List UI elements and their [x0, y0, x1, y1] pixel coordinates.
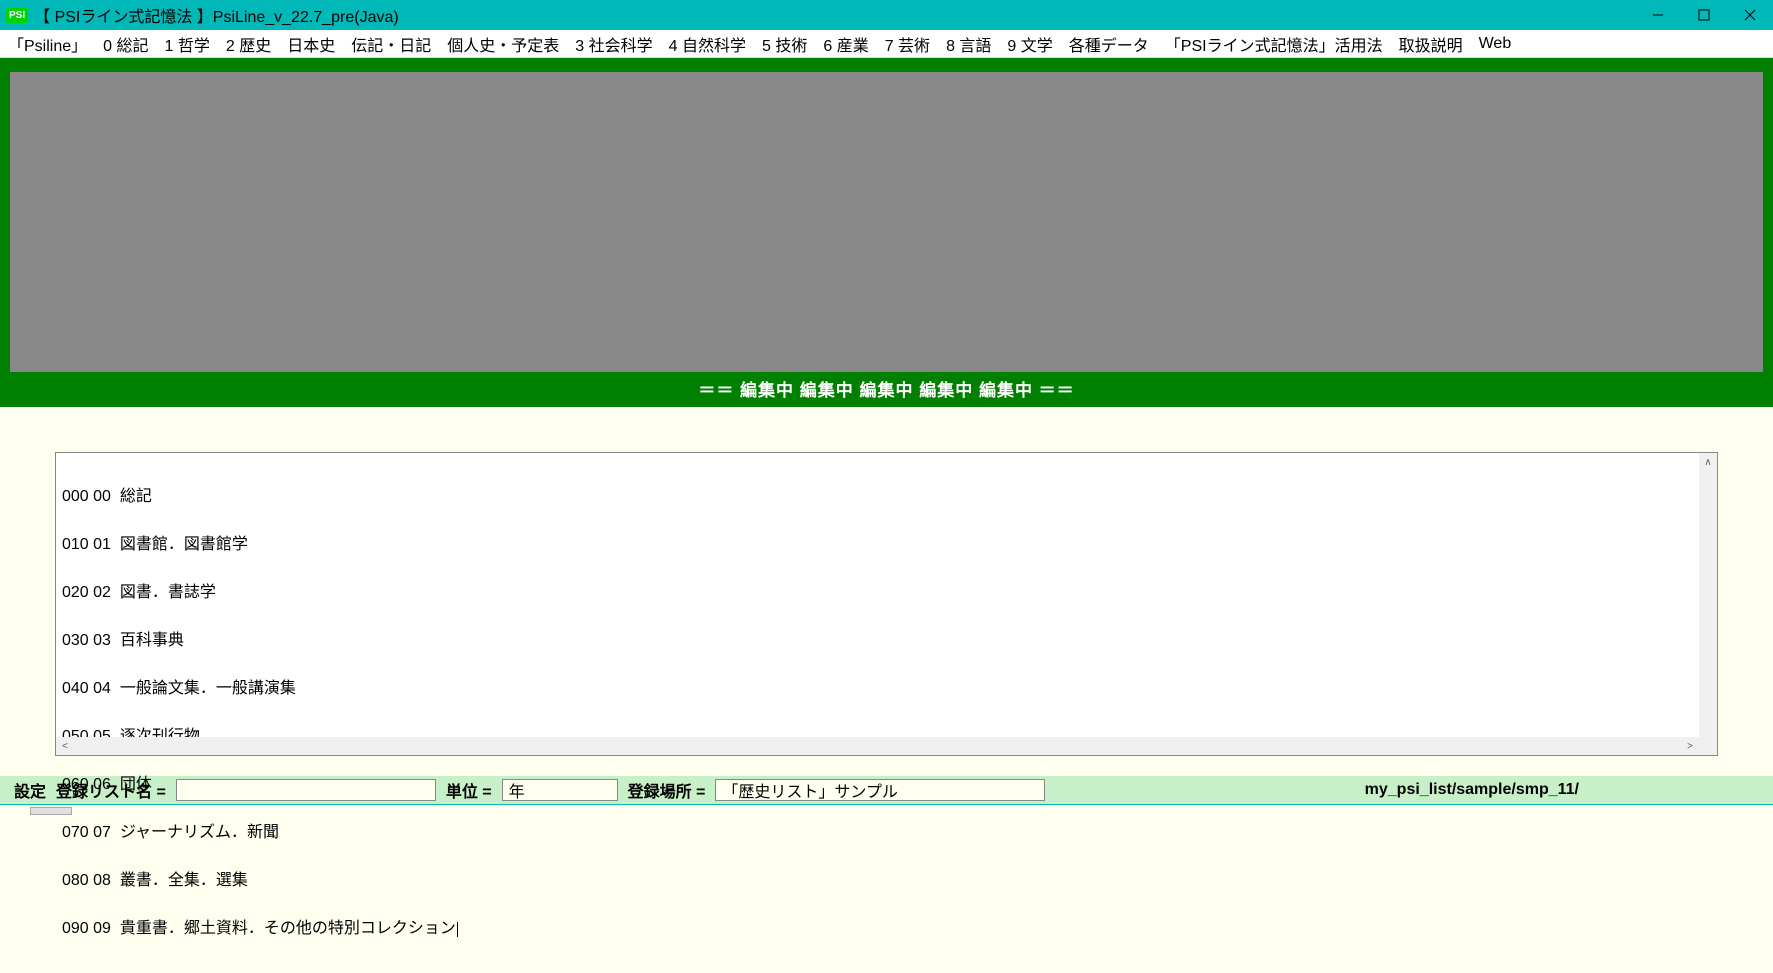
menu-nihonshi[interactable]: 日本史	[287, 32, 335, 56]
settings-button[interactable]: 設定	[14, 778, 46, 802]
minimize-button[interactable]	[1635, 0, 1681, 30]
scroll-left-icon[interactable]: <	[56, 737, 74, 755]
menu-0-souki[interactable]: 0 総記	[103, 32, 148, 56]
menu-data[interactable]: 各種データ	[1069, 32, 1149, 56]
menu-web[interactable]: Web	[1479, 35, 1512, 53]
app-icon: PSI	[6, 8, 28, 23]
menu-5-gijutsu[interactable]: 5 技術	[762, 32, 807, 56]
menu-4-shizen[interactable]: 4 自然科学	[669, 32, 746, 56]
text-line: 010 01 図書館．図書館学	[62, 537, 1711, 553]
canvas-frame: ＝＝ 編集中 編集中 編集中 編集中 編集中 ＝＝	[0, 58, 1773, 407]
menu-bar: 「Psiline」 0 総記 1 哲学 2 歴史 日本史 伝記・日記 個人史・予…	[0, 30, 1773, 58]
text-line: 070 07 ジャーナリズム．新聞	[62, 825, 1711, 841]
vertical-scrollbar[interactable]: ∧	[1699, 453, 1717, 737]
close-button[interactable]	[1727, 0, 1773, 30]
maximize-button[interactable]	[1681, 0, 1727, 30]
text-line: 080 08 叢書．全集．選集	[62, 873, 1711, 889]
menu-katsuyou[interactable]: 「PSIライン式記憶法」活用法	[1165, 32, 1383, 56]
menu-6-sangyo[interactable]: 6 産業	[823, 32, 868, 56]
canvas-area[interactable]	[10, 72, 1763, 372]
window-title: 【 PSIライン式記憶法 】PsiLine_v_22.7_pre(Java)	[34, 3, 399, 27]
menu-manual[interactable]: 取扱説明	[1399, 32, 1463, 56]
menu-2-rekishi[interactable]: 2 歴史	[226, 32, 271, 56]
text-content[interactable]: 000 00 総記 010 01 図書館．図書館学 020 02 図書．書誌学 …	[56, 453, 1717, 973]
horizontal-scrollbar[interactable]: < >	[56, 737, 1699, 755]
menu-9-bungaku[interactable]: 9 文学	[1007, 32, 1052, 56]
title-bar-left: PSI 【 PSIライン式記憶法 】PsiLine_v_22.7_pre(Jav…	[6, 3, 399, 27]
menu-8-gengo[interactable]: 8 言語	[946, 32, 991, 56]
text-editor[interactable]: 000 00 総記 010 01 図書館．図書館学 020 02 図書．書誌学 …	[55, 452, 1718, 756]
menu-psiline[interactable]: 「Psiline」	[8, 32, 87, 56]
text-line: 060 06 団体	[62, 777, 1711, 793]
text-line: 040 04 一般論文集．一般講演集	[62, 681, 1711, 697]
scroll-corner	[1699, 737, 1717, 755]
footer-strip	[0, 804, 1773, 814]
scroll-up-icon[interactable]: ∧	[1699, 453, 1717, 471]
window-controls	[1635, 0, 1773, 30]
text-line: 090 09 貴重書．郷土資料．その他の特別コレクション	[62, 921, 1711, 937]
menu-7-geijutsu[interactable]: 7 芸術	[885, 32, 930, 56]
text-line: 030 03 百科事典	[62, 633, 1711, 649]
menu-3-shakai[interactable]: 3 社会科学	[575, 32, 652, 56]
spacer	[0, 407, 1773, 452]
text-cursor	[457, 922, 458, 937]
title-bar: PSI 【 PSIライン式記憶法 】PsiLine_v_22.7_pre(Jav…	[0, 0, 1773, 30]
menu-1-tetsugaku[interactable]: 1 哲学	[165, 32, 210, 56]
text-line: 020 02 図書．書誌学	[62, 585, 1711, 601]
editing-status-bar: ＝＝ 編集中 編集中 編集中 編集中 編集中 ＝＝	[10, 372, 1763, 407]
menu-kojinshi[interactable]: 個人史・予定表	[447, 32, 559, 56]
text-area-container: 000 00 総記 010 01 図書館．図書館学 020 02 図書．書誌学 …	[0, 452, 1773, 756]
scroll-right-icon[interactable]: >	[1681, 737, 1699, 755]
menu-denki[interactable]: 伝記・日記	[351, 32, 431, 56]
text-line: 000 00 総記	[62, 489, 1711, 505]
